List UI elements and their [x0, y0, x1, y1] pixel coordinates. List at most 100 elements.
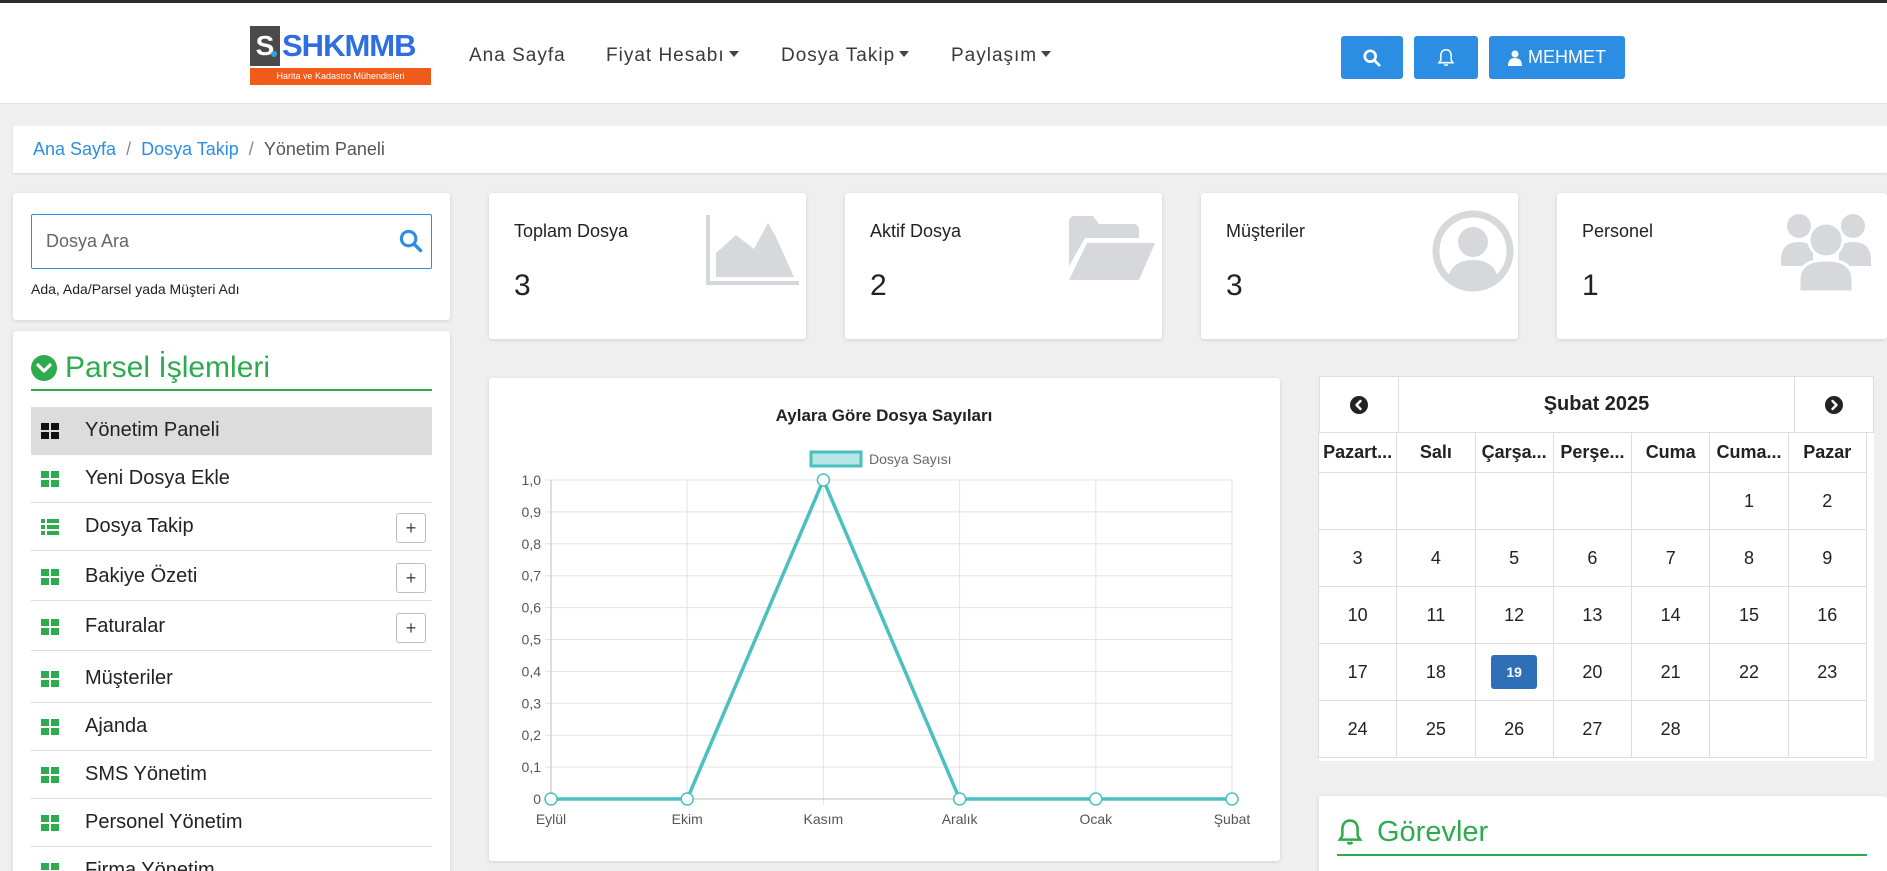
grid-icon [41, 718, 61, 735]
calendar-day[interactable]: 16 [1787, 586, 1867, 644]
search-button[interactable] [1341, 36, 1403, 79]
calendar-day [1631, 472, 1711, 530]
calendar-day[interactable]: 25 [1396, 700, 1476, 758]
sidebar-item-label: Bakiye Özeti [85, 565, 198, 587]
calendar-day[interactable]: 24 [1318, 700, 1398, 758]
y-tick-label: 0,1 [522, 759, 542, 775]
calendar-day[interactable]: 28 [1631, 700, 1711, 758]
calendar-day[interactable]: 13 [1552, 586, 1633, 644]
x-tick-label: Aralık [942, 811, 979, 827]
calendar-day[interactable]: 26 [1474, 700, 1554, 758]
search-input[interactable]: Dosya Ara [31, 214, 432, 269]
navbar: S SHKMMB Harita ve Kadastro Mühendisleri… [0, 3, 1887, 104]
sidebar-item-firma-yönetim[interactable]: Firma Yönetim [31, 847, 432, 871]
calendar-day[interactable]: 5 [1474, 529, 1554, 587]
brand-logo[interactable]: S SHKMMB Harita ve Kadastro Mühendisleri [250, 26, 431, 85]
calendar-day[interactable]: 18 [1396, 643, 1476, 701]
calendar-next-button[interactable] [1794, 376, 1874, 433]
y-tick-label: 0,2 [522, 727, 542, 743]
chevron-circle-right-icon [1825, 395, 1843, 414]
expand-button[interactable]: + [396, 513, 426, 543]
sidebar-item-yönetim-paneli[interactable]: Yönetim Paneli [31, 407, 432, 455]
sidebar-item-müşteriler[interactable]: Müşteriler [31, 655, 432, 703]
calendar-day[interactable]: 21 [1631, 643, 1711, 701]
breadcrumb: Ana Sayfa / Dosya Takip / Yönetim Paneli [13, 126, 1887, 173]
expand-button[interactable]: + [396, 613, 426, 643]
menu-title[interactable]: Parsel İşlemleri [31, 347, 432, 391]
y-tick-label: 0,4 [522, 663, 542, 679]
y-tick-label: 1,0 [522, 472, 542, 488]
logo-wordmark: SHKMMB [282, 28, 416, 63]
chart-title: Aylara Göre Dosya Sayıları [776, 406, 993, 425]
stat-value: 1 [1582, 269, 1599, 302]
grid-icon [41, 814, 61, 831]
sidebar-item-bakiye-özeti[interactable]: Bakiye Özeti + [31, 553, 432, 601]
sidebar-item-label: SMS Yönetim [85, 763, 207, 785]
calendar-week-row: 17 18 19 20 21 22 23 [1318, 643, 1874, 701]
sidebar-item-label: Ajanda [85, 715, 148, 737]
stat-label: Personel [1582, 221, 1654, 241]
calendar-day[interactable]: 19 [1474, 643, 1554, 701]
sidebar-item-label: Personel Yönetim [85, 811, 243, 833]
calendar-day[interactable]: 17 [1318, 643, 1398, 701]
calendar-prev-button[interactable] [1319, 376, 1399, 433]
sidebar-item-label: Firma Yönetim [85, 859, 215, 871]
data-point [816, 473, 831, 487]
calendar-day[interactable]: 15 [1709, 586, 1789, 644]
sidebar-item-ajanda[interactable]: Ajanda [31, 703, 432, 751]
calendar-day[interactable]: 11 [1396, 586, 1476, 644]
search-icon[interactable] [399, 229, 423, 253]
calendar-day[interactable]: 12 [1474, 586, 1554, 644]
chart-card: Aylara Göre Dosya Sayıları Dosya Sayısı 1,… [489, 378, 1280, 861]
search-input-placeholder: Dosya Ara [46, 231, 130, 251]
logo-letter: S [250, 26, 280, 66]
calendar-day[interactable]: 14 [1631, 586, 1711, 644]
sidebar-item-faturalar[interactable]: Faturalar + [31, 603, 432, 651]
calendar-week-row: 3456789 [1318, 529, 1874, 587]
nav-price-dropdown[interactable]: Fiyat Hesabı [606, 45, 739, 67]
x-tick-label: Şubat [1214, 811, 1251, 827]
chevron-circle-down-icon [31, 355, 57, 381]
calendar-day[interactable]: 23 [1787, 643, 1867, 701]
user-menu-button[interactable]: MEHMET [1489, 36, 1625, 79]
search-help-text: Ada, Ada/Parsel yada Müşteri Adı [31, 281, 240, 297]
calendar-day[interactable]: 22 [1709, 643, 1789, 701]
breadcrumb-link-files[interactable]: Dosya Takip [141, 139, 239, 160]
logo-tagline: Harita ve Kadastro Mühendisleri [250, 68, 431, 85]
calendar-day[interactable]: 27 [1552, 700, 1633, 758]
calendar-today[interactable]: 19 [1491, 655, 1538, 689]
calendar-day[interactable]: 7 [1631, 529, 1711, 587]
stat-card-customers[interactable]: Müşteriler 3 [1201, 193, 1518, 339]
calendar-day[interactable]: 20 [1552, 643, 1633, 701]
sidebar-item-sms-yönetim[interactable]: SMS Yönetim [31, 751, 432, 799]
sidebar-item-personel-yönetim[interactable]: Personel Yönetim [31, 799, 432, 847]
calendar-day[interactable]: 3 [1318, 529, 1398, 587]
breadcrumb-link-home[interactable]: Ana Sayfa [33, 139, 116, 160]
calendar-day[interactable]: 9 [1787, 529, 1867, 587]
calendar-day[interactable]: 1 [1709, 472, 1789, 530]
sidebar-item-yeni-dosya-ekle[interactable]: Yeni Dosya Ekle [31, 455, 432, 503]
calendar-weekday-row: Pazart... Salı Çarşa... Perşe... Cuma Cuma...… [1318, 432, 1874, 473]
y-tick-label: 0,5 [522, 632, 542, 648]
notifications-button[interactable] [1414, 36, 1478, 79]
calendar-day[interactable]: 2 [1787, 472, 1867, 530]
calendar-day[interactable]: 4 [1396, 529, 1476, 587]
stat-card-staff[interactable]: Personel 1 [1557, 193, 1887, 339]
nav-share-dropdown[interactable]: Paylaşım [951, 45, 1052, 67]
line-chart: Aylara Göre Dosya Sayıları Dosya Sayısı 1,… [522, 406, 1251, 827]
calendar-weekday: Pazar [1787, 432, 1867, 473]
y-tick-label: 0,7 [522, 568, 542, 584]
calendar-day[interactable]: 8 [1709, 529, 1789, 587]
user-icon [1508, 50, 1522, 66]
calendar-day[interactable]: 10 [1318, 586, 1398, 644]
list-icon [41, 518, 61, 535]
stat-card-active-files[interactable]: Aktif Dosya 2 [845, 193, 1162, 339]
nav-home[interactable]: Ana Sayfa [469, 45, 566, 67]
expand-button[interactable]: + [396, 563, 426, 593]
stat-card-total-files[interactable]: Toplam Dosya 3 [489, 193, 806, 339]
tasks-title: Görevler [1337, 810, 1867, 856]
x-tick-label: Eylül [536, 811, 566, 827]
sidebar-item-dosya-takip[interactable]: Dosya Takip + [31, 503, 432, 551]
calendar-day[interactable]: 6 [1552, 529, 1633, 587]
nav-files-dropdown[interactable]: Dosya Takip [781, 45, 910, 67]
